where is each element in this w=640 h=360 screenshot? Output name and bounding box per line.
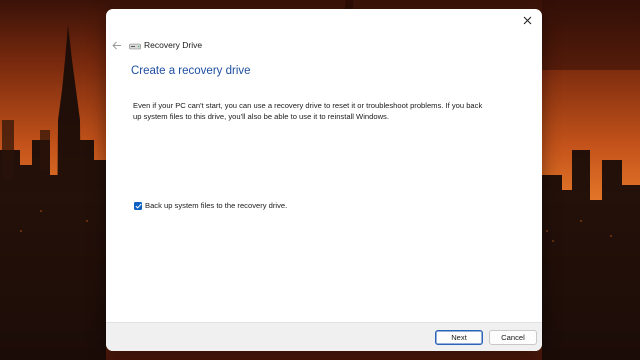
backup-checkbox[interactable] (134, 201, 142, 210)
backup-checkbox-label: Back up system files to the recovery dri… (145, 201, 288, 210)
wizard-header: Recovery Drive (106, 35, 542, 57)
cancel-button[interactable]: Cancel (489, 330, 537, 345)
back-arrow-icon (112, 41, 121, 49)
page-description: Even if your PC can't start, you can use… (133, 101, 483, 121)
drive-icon (129, 43, 141, 50)
recovery-drive-dialog: Recovery Drive Create a recovery drive E… (106, 9, 542, 351)
close-icon (523, 16, 531, 24)
page-heading: Create a recovery drive (131, 65, 251, 77)
backup-option[interactable]: Back up system files to the recovery dri… (134, 201, 287, 210)
check-icon (134, 203, 142, 209)
window-title: Recovery Drive (144, 40, 203, 50)
close-button[interactable] (516, 11, 538, 29)
back-button[interactable] (109, 37, 125, 53)
dialog-footer: Next Cancel (106, 322, 542, 351)
next-button[interactable]: Next (435, 330, 483, 345)
